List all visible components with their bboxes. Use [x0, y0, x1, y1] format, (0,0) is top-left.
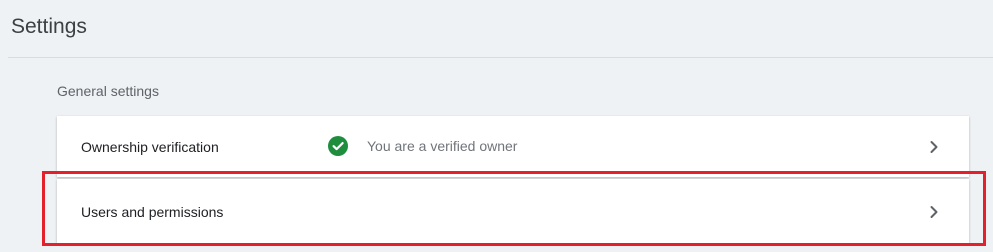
verification-status-text: You are a verified owner [367, 138, 518, 154]
users-and-permissions-label: Users and permissions [81, 204, 224, 220]
chevron-right-icon [930, 141, 938, 153]
header-divider [8, 57, 993, 58]
chevron-right-icon [930, 206, 938, 218]
section-label-general-settings: General settings [57, 83, 159, 99]
check-circle-icon [328, 136, 348, 156]
page-title: Settings [11, 15, 87, 38]
verification-status: You are a verified owner [328, 136, 517, 156]
ownership-verification-row[interactable]: Ownership verification You are a verifie… [57, 116, 969, 177]
ownership-verification-label: Ownership verification [81, 139, 219, 155]
users-and-permissions-row[interactable]: Users and permissions [57, 179, 969, 243]
